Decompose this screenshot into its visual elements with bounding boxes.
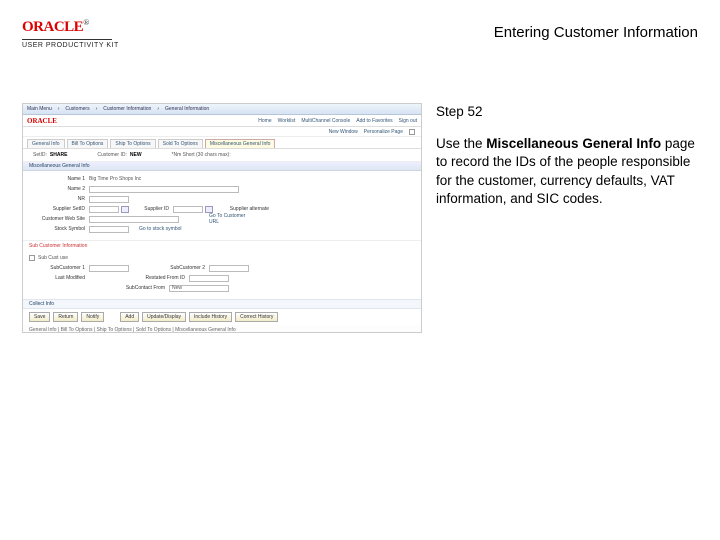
subcust-use-label: Sub Cust use <box>38 255 68 261</box>
stock-url-link[interactable]: Go to stock symbol <box>129 226 209 232</box>
return-button[interactable]: Return <box>53 312 78 322</box>
breadcrumb-item: Customers <box>65 106 89 112</box>
setid-label: SetID: <box>33 152 47 158</box>
footer-links: General Info | Bill To Options | Ship To… <box>23 325 421 335</box>
oracle-logo: ORACLE® <box>22 18 112 40</box>
name2-label: Name 2 <box>29 186 89 192</box>
website-url-link[interactable]: Go To Customer URL <box>179 213 259 225</box>
name2-input[interactable] <box>89 186 239 193</box>
nav-link[interactable]: Worklist <box>278 118 296 124</box>
breadcrumb-item: Customer Information <box>103 106 151 112</box>
nav-link[interactable]: Home <box>258 118 271 124</box>
breadcrumb-item: General Information <box>165 106 209 112</box>
include-history-button[interactable]: Include History <box>189 312 232 322</box>
supplier-set-label: Supplier SetID <box>29 206 89 212</box>
stock-label: Stock Symbol <box>29 226 89 232</box>
button-bar: Save Return Notify Add Update/Display In… <box>23 309 421 325</box>
lookup-icon[interactable] <box>121 206 129 213</box>
tab-bill-to[interactable]: Bill To Options <box>67 139 109 148</box>
setid-value: SHARE <box>50 152 68 158</box>
subcontact-select[interactable]: New <box>169 285 229 292</box>
tab-misc-general-info[interactable]: Miscellaneous General Info <box>205 139 276 148</box>
notify-button[interactable]: Notify <box>81 312 104 322</box>
supplier-id-input[interactable] <box>173 206 203 213</box>
sub2-input[interactable] <box>209 265 249 272</box>
section-subcust-header: Sub Customer Information <box>23 240 421 251</box>
logo-block: ORACLE® USER PRODUCTIVITY KIT <box>22 18 119 49</box>
app-header: ORACLE Home Worklist MultiChannel Consol… <box>23 115 421 127</box>
screenshot-column: Main Menu› Customers› Customer Informati… <box>22 103 422 333</box>
name1-value: Big Time Pro Shops Inc <box>89 176 141 182</box>
instruction-bold: Miscellaneous General Info <box>486 136 661 151</box>
personalize-checkbox[interactable] <box>409 129 415 135</box>
stock-input[interactable] <box>89 226 129 233</box>
section-misc-header: Miscellaneous General Info <box>23 162 421 171</box>
add-button[interactable]: Add <box>120 312 139 322</box>
save-button[interactable]: Save <box>29 312 50 322</box>
nr-input[interactable] <box>89 196 129 203</box>
supplier-alt-label: Supplier alternate <box>213 206 273 212</box>
app-oracle-logo: ORACLE <box>27 117 57 125</box>
page-header: ORACLE® USER PRODUCTIVITY KIT Entering C… <box>0 0 720 57</box>
breadcrumb-bar: Main Menu› Customers› Customer Informati… <box>23 104 421 115</box>
sub1-label: SubCustomer 1 <box>29 265 89 271</box>
subcust-fields: Sub Cust use SubCustomer 1 SubCustomer 2… <box>23 251 421 299</box>
tab-sold-to[interactable]: Sold To Options <box>158 139 203 148</box>
website-label: Customer Web Site <box>29 216 89 222</box>
app-nav: Home Worklist MultiChannel Console Add t… <box>258 118 417 124</box>
tab-strip: General Info Bill To Options Ship To Opt… <box>23 137 421 149</box>
subcust-use-checkbox[interactable] <box>29 255 35 261</box>
tab-general-info[interactable]: General Info <box>27 139 65 148</box>
new-window-link[interactable]: New Window <box>329 129 358 135</box>
collect-info-header: Collect Info <box>23 299 421 309</box>
nav-link[interactable]: Sign out <box>399 118 417 124</box>
step-label: Step 52 <box>436 103 698 121</box>
instruction-text: Use the Miscellaneous General Info page … <box>436 135 698 208</box>
last-mod-label: Last Modified <box>29 275 89 281</box>
user-row: New Window Personalize Page <box>23 127 421 137</box>
app-screenshot: Main Menu› Customers› Customer Informati… <box>22 103 422 333</box>
tab-ship-to[interactable]: Ship To Options <box>110 139 155 148</box>
content-row: Main Menu› Customers› Customer Informati… <box>0 57 720 333</box>
sub2-label: SubCustomer 2 <box>129 265 209 271</box>
personalize-link[interactable]: Personalize Page <box>364 129 403 135</box>
subcontact-value: New <box>172 285 182 291</box>
nav-link[interactable]: MultiChannel Console <box>301 118 350 124</box>
product-line: USER PRODUCTIVITY KIT <box>22 42 119 49</box>
custid-value: NEW <box>130 152 142 158</box>
sub1-input[interactable] <box>89 265 129 272</box>
page-title: Entering Customer Information <box>494 24 698 41</box>
instruction-column: Step 52 Use the Miscellaneous General In… <box>436 103 698 333</box>
lookup-icon[interactable] <box>205 206 213 213</box>
custid-label: Customer ID: <box>97 152 126 158</box>
trademark: ® <box>83 18 88 27</box>
misc-fields: Name 1 Big Time Pro Shops Inc Name 2 NR … <box>23 171 421 240</box>
nav-link[interactable]: Add to Favorites <box>356 118 392 124</box>
supplier-set-input[interactable] <box>89 206 119 213</box>
correct-history-button[interactable]: Correct History <box>235 312 278 322</box>
name1-label: Name 1 <box>29 176 89 182</box>
brand-text: ORACLE <box>22 19 83 35</box>
nmshort-label: *Nm Short (30 chars max): <box>172 152 231 158</box>
update-display-button[interactable]: Update/Display <box>142 312 186 322</box>
instruction-prefix: Use the <box>436 136 486 151</box>
subcontact-label: SubContact From <box>29 285 169 291</box>
breadcrumb-item: Main Menu <box>27 106 52 112</box>
supplier-id-label: Supplier ID <box>129 206 173 212</box>
restated-input[interactable] <box>189 275 229 282</box>
nr-label: NR <box>29 196 89 202</box>
website-input[interactable] <box>89 216 179 223</box>
key-row: SetID:SHARE Customer ID: NEW *Nm Short (3… <box>23 149 421 162</box>
restated-label: Restated From ID <box>89 275 189 281</box>
